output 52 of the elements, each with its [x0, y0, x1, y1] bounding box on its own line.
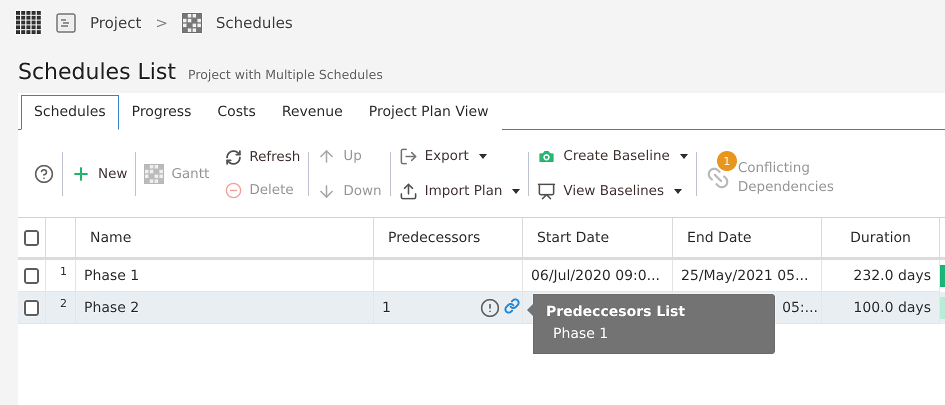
table-cell: 06/Jul/2020 09:0...	[531, 268, 660, 284]
schedule-grid-icon	[182, 13, 202, 33]
table-cell: 1	[382, 300, 391, 316]
tooltip-pointer-icon	[527, 304, 533, 316]
gantt-grid-icon	[144, 164, 164, 184]
caret-icon	[674, 188, 682, 194]
link-icon[interactable]	[504, 298, 520, 314]
upload-icon	[398, 182, 418, 200]
page-subtitle: Project with Multiple Schedules	[188, 67, 383, 82]
table-cell: Phase 2	[84, 300, 140, 316]
breadcrumb-link[interactable]: Schedules	[216, 14, 293, 32]
tooltip-item: Phase 1	[552, 326, 610, 342]
toolbar-button[interactable]: View Baselines	[537, 182, 688, 200]
export-icon	[398, 146, 418, 166]
minus-circle-icon	[225, 182, 242, 198]
checkbox[interactable]	[24, 300, 39, 316]
caret-icon	[680, 154, 688, 158]
count-badge: 1	[716, 151, 737, 172]
table-cell: 100.0 days	[853, 300, 931, 316]
table-cell: 05:...	[782, 300, 818, 316]
table-cell: 232.0 days	[853, 268, 931, 284]
project-board-icon	[56, 13, 76, 33]
page-title: Schedules List	[18, 60, 176, 85]
toolbar-button[interactable]: Create Baseline	[537, 146, 688, 166]
table-cell: Phase 1	[84, 268, 140, 284]
toolbar-button[interactable]: Export	[398, 146, 520, 166]
refresh-icon	[225, 148, 242, 166]
tab[interactable]: Schedules	[21, 95, 119, 130]
baselines-icon	[537, 182, 556, 200]
column-header[interactable]: Name	[76, 218, 374, 257]
apps-grid-icon[interactable]	[16, 11, 42, 35]
checkbox[interactable]	[24, 230, 39, 246]
row-number: 1	[60, 265, 67, 278]
column-header[interactable]: End Date	[673, 218, 822, 257]
toolbar-button[interactable]: New	[71, 164, 128, 184]
caret-icon	[512, 188, 520, 194]
table-row[interactable]: 1 Phase 1 06/Jul/2020 09:0... 25/May/2021 05... 232.0 days	[18, 260, 945, 292]
help-button[interactable]	[34, 164, 54, 184]
breadcrumb-separator: >	[155, 14, 168, 32]
caret-icon	[478, 154, 487, 158]
checkbox[interactable]	[24, 268, 39, 284]
table-cell: 25/May/2021 05...	[681, 268, 808, 284]
tab[interactable]: Progress	[118, 95, 204, 130]
toolbar-button[interactable]: Refresh	[225, 148, 300, 166]
column-header[interactable]: Duration	[822, 218, 940, 257]
toolbar-button[interactable]: Import Plan	[398, 182, 520, 200]
breadcrumb-link[interactable]: Project	[90, 14, 142, 32]
row-number: 2	[60, 297, 67, 310]
column-header[interactable]: Predecessors	[374, 218, 523, 257]
column-header[interactable]: Start Date	[523, 218, 673, 257]
tooltip-title: Predeccesors List	[546, 304, 686, 320]
help-icon	[34, 164, 54, 184]
